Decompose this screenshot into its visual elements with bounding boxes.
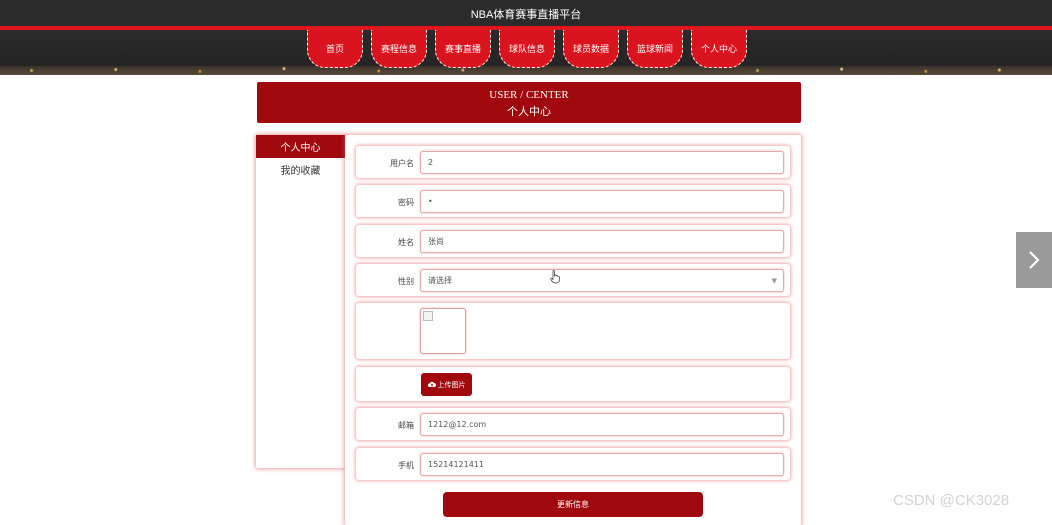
- site-title: NBA体育赛事直播平台: [470, 9, 582, 21]
- page-title-banner: USER / CENTER 个人中心: [257, 82, 801, 123]
- sidebar-item-favorites[interactable]: 我的收藏: [256, 158, 345, 181]
- form-row-password: 密码 •: [356, 185, 790, 217]
- avatar-image: [420, 308, 466, 354]
- form-row-name: 姓名 张尚: [356, 225, 790, 257]
- form-row-avatar: [356, 303, 790, 359]
- chevron-right-icon: [1029, 251, 1040, 269]
- nav-item-home[interactable]: 首页: [307, 30, 363, 68]
- chevron-down-icon: ▼: [771, 277, 777, 285]
- gender-label: 性别: [398, 277, 414, 286]
- form-row-username: 用户名 2: [356, 146, 790, 178]
- name-label: 姓名: [398, 238, 414, 247]
- sidebar-item-user-center[interactable]: 个人中心: [256, 135, 345, 158]
- cloud-upload-icon: [427, 381, 436, 388]
- email-input[interactable]: 1212@12.com: [420, 413, 784, 436]
- nav-item-teams[interactable]: 球队信息: [499, 30, 555, 68]
- form-row-gender: 性别 请选择 ▼: [356, 264, 790, 296]
- name-input[interactable]: 张尚: [420, 230, 784, 253]
- gender-select[interactable]: 请选择 ▼: [420, 269, 784, 292]
- upload-button-label: 上传图片: [437, 380, 466, 389]
- nav-item-schedule[interactable]: 赛程信息: [371, 30, 427, 68]
- password-label: 密码: [398, 198, 414, 207]
- nav-item-news[interactable]: 篮球新闻: [627, 30, 683, 68]
- upload-image-button[interactable]: 上传图片: [421, 373, 472, 396]
- hand-pointer-icon: [550, 270, 560, 284]
- gender-select-placeholder: 请选择: [428, 276, 452, 285]
- username-input[interactable]: 2: [420, 151, 784, 174]
- top-bar: NBA体育赛事直播平台: [0, 0, 1052, 26]
- phone-label: 手机: [398, 461, 414, 470]
- next-slide-button[interactable]: [1016, 232, 1052, 288]
- nav-item-user-center[interactable]: 个人中心: [691, 30, 747, 68]
- update-info-button[interactable]: 更新信息: [443, 492, 703, 517]
- sidebar: 个人中心 我的收藏: [256, 135, 345, 468]
- page-title-cn: 个人中心: [507, 105, 551, 118]
- password-input[interactable]: •: [420, 190, 784, 213]
- phone-input[interactable]: 15214121411: [420, 453, 784, 476]
- username-label: 用户名: [390, 159, 414, 168]
- broken-image-icon: [423, 311, 433, 321]
- form-row-email: 邮箱 1212@12.com: [356, 408, 790, 440]
- form-row-phone: 手机 15214121411: [356, 448, 790, 480]
- main-nav: 首页 赛程信息 赛事直播 球队信息 球员数据 篮球新闻 个人中心: [307, 30, 747, 68]
- email-label: 邮箱: [398, 421, 414, 430]
- form-row-upload: 上传图片: [356, 367, 790, 401]
- nav-item-live[interactable]: 赛事直播: [435, 30, 491, 68]
- nav-item-players[interactable]: 球员数据: [563, 30, 619, 68]
- page-title-en: USER / CENTER: [489, 89, 569, 101]
- watermark: CSDN @CK3028: [893, 492, 1010, 509]
